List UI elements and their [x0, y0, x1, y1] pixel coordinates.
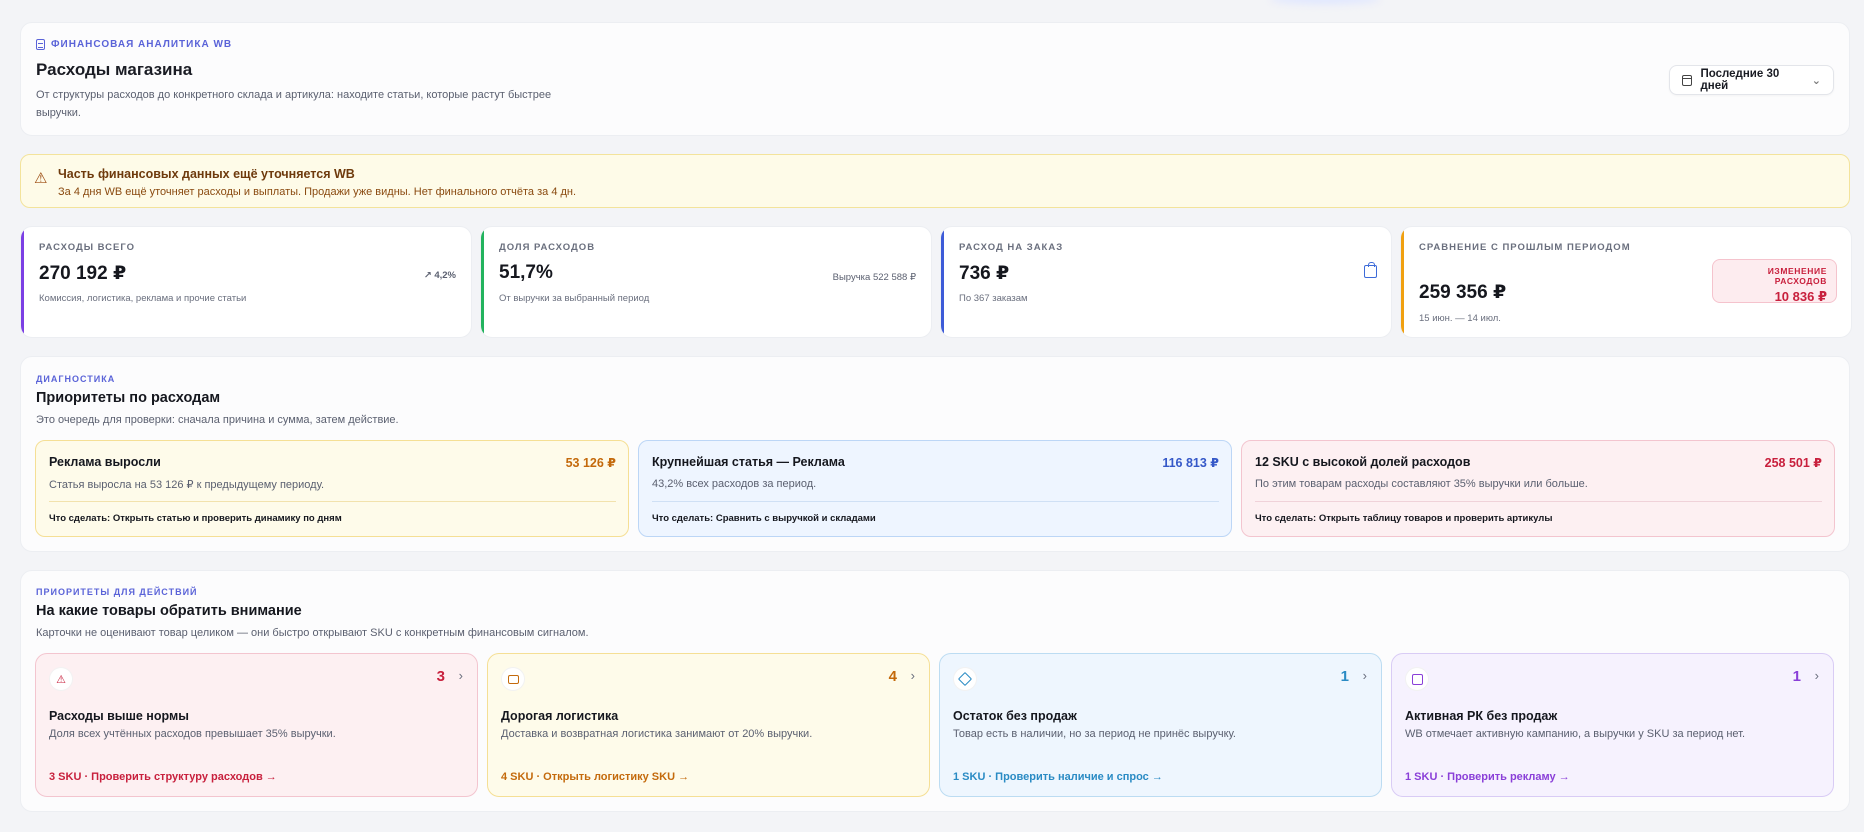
kpi-trend: ↗ 4,2% — [423, 270, 456, 281]
priority-card-action: Что сделать: Открыть таблицу товаров и п… — [1255, 513, 1553, 524]
action-card-desc: Товар есть в наличии, но за период не пр… — [953, 728, 1236, 740]
priority-card-desc: По этим товарам расходы составляют 35% в… — [1255, 478, 1588, 490]
action-card-title: Дорогая логистика — [501, 709, 619, 723]
section-subtitle: Карточки не оценивают товар целиком — он… — [36, 627, 589, 639]
period-select[interactable]: Последние 30 дней ⌄ — [1669, 65, 1834, 95]
warning-icon: ⚠ — [34, 170, 48, 187]
section-title: Приоритеты по расходам — [36, 390, 221, 406]
actions-section: ПРИОРИТЕТЫ ДЛЯ ДЕЙСТВИЙ На какие товары … — [20, 570, 1850, 812]
page-subtitle: От структуры расходов до конкретного скл… — [36, 89, 552, 119]
divider — [652, 501, 1219, 502]
priority-card-amount: 53 126 ₽ — [565, 456, 616, 470]
document-icon — [36, 39, 45, 50]
action-card-high-expenses[interactable]: ⚠ 3 › Расходы выше нормы Доля всех учтён… — [35, 653, 478, 797]
kpi-label: РАСХОДЫ ВСЕГО — [39, 242, 136, 253]
divider — [1255, 501, 1822, 502]
page-header: ФИНАНСОВАЯ АНАЛИТИКА WB Расходы магазина… — [20, 22, 1850, 136]
priority-card-amount: 258 501 ₽ — [1764, 456, 1822, 470]
change-label: ИЗМЕНЕНИЕ РАСХОДОВ — [1767, 266, 1827, 286]
chevron-down-icon: ⌄ — [1811, 74, 1821, 87]
kpi-label: СРАВНЕНИЕ С ПРОШЛЫМ ПЕРИОДОМ — [1419, 242, 1631, 253]
kpi-accent-bar — [21, 227, 24, 337]
kpi-value: 51,7% — [499, 262, 553, 283]
action-card-title: Активная РК без продаж — [1405, 709, 1558, 723]
priority-card-action: Что сделать: Сравнить с выручкой и склад… — [652, 513, 876, 524]
period-select-label: Последние 30 дней — [1700, 68, 1780, 92]
action-card-title: Остаток без продаж — [953, 709, 1077, 723]
action-card-desc: WB отмечает активную кампанию, а выручки… — [1405, 728, 1746, 740]
action-card-link[interactable]: 4 SKU · Открыть логистику SKU → — [501, 771, 689, 783]
change-value: 10 836 ₽ — [1774, 289, 1827, 304]
priority-card-high-share-sku[interactable]: 12 SKU с высокой долей расходов 258 501 … — [1241, 440, 1835, 537]
priority-card-ads-growth[interactable]: Реклама выросли 53 126 ₽ Статья выросла … — [35, 440, 629, 537]
page-title: Расходы магазина — [36, 60, 193, 79]
kpi-label: ДОЛЯ РАСХОДОВ — [499, 242, 596, 253]
action-card-count: 4 — [888, 668, 897, 685]
kpi-revenue: Выручка 522 588 ₽ — [832, 272, 916, 283]
kpi-period-comparison: СРАВНЕНИЕ С ПРОШЛЫМ ПЕРИОДОМ 259 356 ₽ 1… — [1400, 226, 1852, 338]
kpi-per-order: РАСХОД НА ЗАКАЗ 736 ₽ По 367 заказам — [940, 226, 1392, 338]
warning-icon: ⚠ — [49, 667, 73, 691]
section-title: На какие товары обратить внимание — [36, 603, 302, 619]
kpi-accent-bar — [941, 227, 944, 337]
kpi-value: 259 356 ₽ — [1419, 282, 1507, 303]
kpi-total-expenses: РАСХОДЫ ВСЕГО 270 192 ₽ ↗ 4,2% Комиссия,… — [20, 226, 472, 338]
chevron-right-icon: › — [1362, 668, 1367, 683]
bag-icon — [1364, 262, 1377, 278]
kpi-expense-share: ДОЛЯ РАСХОДОВ 51,7% Выручка 522 588 ₽ От… — [480, 226, 932, 338]
section-subtitle: Это очередь для проверки: сначала причин… — [36, 414, 399, 426]
kpi-note: 15 июн. — 14 июл. — [1419, 313, 1501, 324]
priority-card-title: Реклама выросли — [49, 455, 161, 469]
section-eyebrow: ДИАГНОСТИКА — [36, 374, 116, 384]
header-eyebrow: ФИНАНСОВАЯ АНАЛИТИКА WB — [36, 39, 232, 50]
data-warning-banner: ⚠ Часть финансовых данных ещё уточняется… — [20, 154, 1850, 208]
section-eyebrow: ПРИОРИТЕТЫ ДЛЯ ДЕЙСТВИЙ — [36, 587, 198, 597]
box-icon — [501, 667, 525, 691]
action-card-count: 1 — [1792, 668, 1801, 685]
kpi-accent-bar — [1401, 227, 1404, 337]
change-badge: ИЗМЕНЕНИЕ РАСХОДОВ 10 836 ₽ — [1712, 259, 1837, 304]
kpi-value: 270 192 ₽ — [39, 263, 127, 284]
action-card-count: 1 — [1340, 668, 1349, 685]
warning-title: Часть финансовых данных ещё уточняется W… — [58, 167, 355, 181]
kpi-value: 736 ₽ — [959, 263, 1010, 284]
kpi-note: По 367 заказам — [959, 293, 1028, 304]
header-eyebrow-text: ФИНАНСОВАЯ АНАЛИТИКА WB — [51, 39, 233, 50]
priority-card-action: Что сделать: Открыть статью и проверить … — [49, 513, 342, 524]
kpi-note: Комиссия, логистика, реклама и прочие ст… — [39, 293, 247, 304]
action-card-count: 3 — [436, 668, 445, 685]
warning-text: За 4 дня WB ещё уточняет расходы и выпла… — [58, 186, 577, 198]
action-card-link[interactable]: 1 SKU · Проверить наличие и спрос → — [953, 771, 1163, 783]
diagnostics-section: ДИАГНОСТИКА Приоритеты по расходам Это о… — [20, 356, 1850, 552]
action-card-stock-no-sales[interactable]: 1 › Остаток без продаж Товар есть в нали… — [939, 653, 1382, 797]
chevron-right-icon: › — [910, 668, 915, 683]
action-card-expensive-logistics[interactable]: 4 › Дорогая логистика Доставка и возврат… — [487, 653, 930, 797]
bag-icon — [1405, 667, 1429, 691]
action-card-active-ads-no-sales[interactable]: 1 › Активная РК без продаж WB отмечает а… — [1391, 653, 1834, 797]
priority-card-desc: Статья выросла на 53 126 ₽ к предыдущему… — [49, 479, 325, 491]
package-icon — [953, 667, 977, 691]
top-glow-decoration — [1270, 0, 1380, 4]
action-card-desc: Доставка и возвратная логистика занимают… — [501, 728, 813, 740]
calendar-icon — [1682, 74, 1693, 86]
chevron-right-icon: › — [458, 668, 463, 683]
kpi-note: От выручки за выбранный период — [499, 293, 650, 304]
priority-card-title: Крупнейшая статья — Реклама — [652, 455, 845, 469]
kpi-accent-bar — [481, 227, 484, 337]
priority-card-title: 12 SKU с высокой долей расходов — [1255, 455, 1471, 469]
action-card-desc: Доля всех учтённых расходов превышает 35… — [49, 728, 336, 740]
kpi-label: РАСХОД НА ЗАКАЗ — [959, 242, 1064, 253]
priority-card-largest-item[interactable]: Крупнейшая статья — Реклама 116 813 ₽ 43… — [638, 440, 1232, 537]
priority-card-desc: 43,2% всех расходов за период. — [652, 478, 817, 490]
action-card-link[interactable]: 1 SKU · Проверить рекламу → — [1405, 771, 1570, 783]
action-card-link[interactable]: 3 SKU · Проверить структуру расходов → — [49, 771, 277, 783]
action-card-title: Расходы выше нормы — [49, 709, 189, 723]
priority-card-amount: 116 813 ₽ — [1162, 456, 1219, 470]
chevron-right-icon: › — [1814, 668, 1819, 683]
divider — [49, 501, 616, 502]
